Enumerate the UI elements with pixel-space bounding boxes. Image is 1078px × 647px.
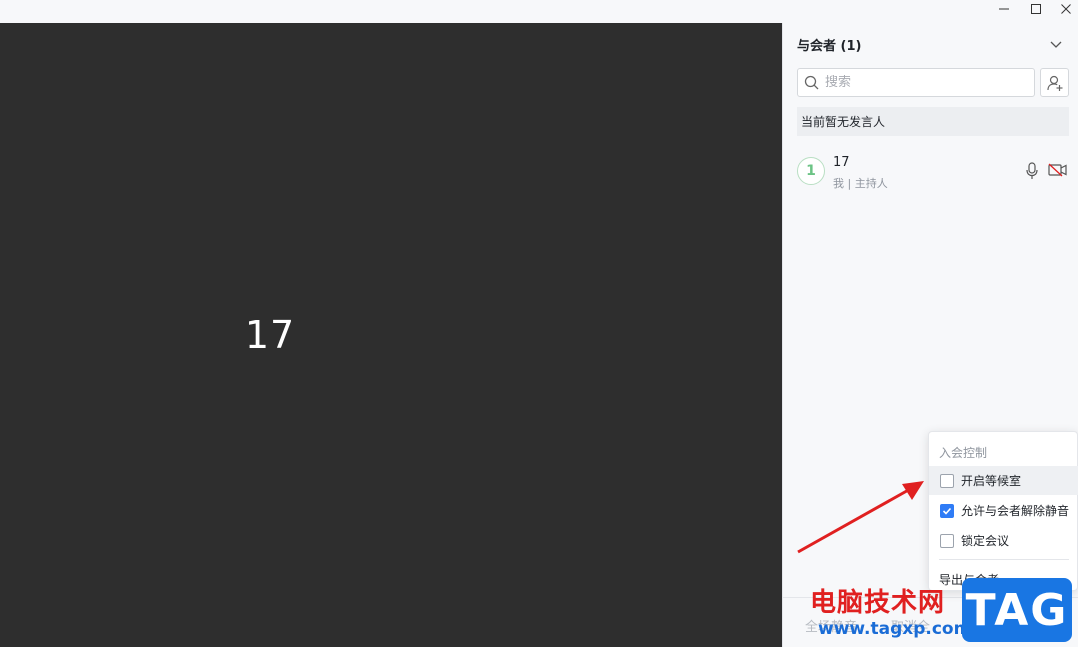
waiting-room-checkbox[interactable] [940, 473, 954, 488]
watermark-tag-logo: TAG [962, 578, 1072, 642]
participant-row[interactable]: 1 17 我 | 主持人 [783, 150, 1078, 192]
minimize-icon [999, 8, 1009, 10]
invite-member-button[interactable] [1040, 68, 1069, 97]
maximize-icon [1031, 4, 1041, 14]
lock-meeting-checkbox[interactable] [940, 533, 954, 548]
panel-collapse-button[interactable] [1047, 35, 1065, 53]
participant-name: 17 [833, 155, 850, 170]
participant-role: 我 | 主持人 [833, 177, 888, 190]
close-icon [1061, 4, 1071, 14]
checkmark-icon [942, 507, 952, 515]
menu-item-waiting-room[interactable]: 开启等候室 [929, 466, 1078, 495]
avatar: 1 [797, 157, 825, 185]
add-user-icon [1046, 75, 1062, 91]
allow-unmute-checkbox[interactable] [940, 503, 954, 518]
watermark-url: www.tagxp.com [818, 619, 972, 639]
annotation-arrow-icon [797, 481, 924, 554]
menu-item-label: 开启等候室 [961, 474, 1022, 488]
menu-item-lock-meeting[interactable]: 锁定会议 [929, 526, 1078, 555]
minimize-button[interactable] [989, 0, 1019, 18]
menu-item-allow-unmute[interactable]: 允许与会者解除静音 [929, 496, 1078, 525]
close-button[interactable] [1051, 0, 1078, 18]
panel-title: 与会者 (1) [797, 39, 862, 54]
video-participant-name: 17 [244, 313, 296, 357]
search-box[interactable] [797, 68, 1035, 97]
search-icon [804, 75, 819, 90]
title-bar [0, 0, 1078, 23]
meeting-app-window: 17 与会者 (1) 当前暂无发言人 1 [0, 0, 1078, 647]
search-input[interactable] [825, 75, 1025, 90]
menu-item-label: 锁定会议 [961, 534, 1010, 548]
watermark-text: 电脑技术网 [810, 588, 946, 618]
entry-control-menu: 入会控制 开启等候室 允许与会者解除静音 锁定会议 导出与会者 [928, 431, 1078, 591]
video-area[interactable]: 17 [0, 23, 782, 647]
mic-icon[interactable] [1026, 162, 1038, 180]
maximize-button[interactable] [1021, 0, 1051, 18]
chevron-down-icon [1050, 41, 1062, 48]
camera-off-icon[interactable] [1048, 163, 1068, 177]
menu-item-label: 允许与会者解除静音 [961, 504, 1070, 518]
speaker-status-bar: 当前暂无发言人 [797, 107, 1069, 136]
menu-divider [939, 559, 1069, 560]
menu-header: 入会控制 [939, 446, 988, 460]
